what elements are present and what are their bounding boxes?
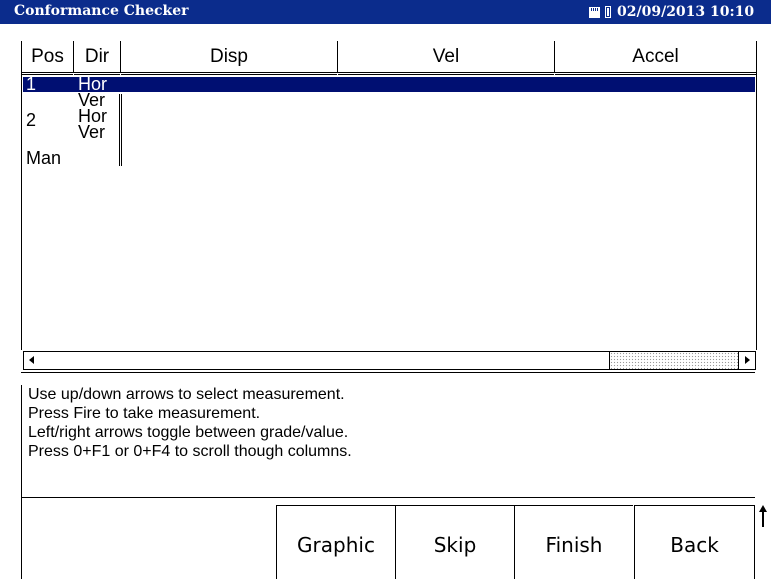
finish-button[interactable]: Finish — [514, 505, 633, 579]
instruction-line: Press 0+F1 or 0+F4 to scroll though colu… — [28, 443, 352, 460]
horizontal-scrollbar[interactable] — [23, 351, 756, 370]
divider — [21, 497, 22, 579]
instructions-panel: Use up/down arrows to select measurement… — [21, 385, 755, 497]
scroll-left-arrow-icon[interactable] — [24, 352, 41, 369]
divider — [21, 497, 755, 498]
datetime: 02/09/2013 10:10 — [617, 4, 755, 20]
measurement-table[interactable]: Pos Dir Disp Vel Accel 1 Hor Ver 2 Hor V… — [21, 41, 757, 350]
selected-row-highlight[interactable] — [23, 77, 755, 92]
scroll-track[interactable] — [610, 352, 738, 369]
column-header-accel: Accel — [555, 41, 756, 75]
column-header-disp: Disp — [121, 41, 338, 75]
row-5-pos[interactable]: Man — [26, 149, 61, 167]
instruction-line: Press Fire to take measurement. — [28, 405, 261, 422]
row-4-dir[interactable]: Ver — [78, 123, 105, 141]
skip-button[interactable]: Skip — [395, 505, 514, 579]
dir-column-divider — [121, 94, 122, 166]
sd-card-icon — [589, 6, 600, 18]
app-title: Conformance Checker — [14, 3, 189, 19]
column-header-vel: Vel — [338, 41, 555, 75]
title-bar: Conformance Checker 02/09/2013 10:10 — [0, 0, 771, 24]
instruction-line: Use up/down arrows to select measurement… — [28, 386, 345, 403]
graphic-button[interactable]: Graphic — [276, 505, 395, 579]
column-header-dir: Dir — [74, 41, 121, 75]
up-arrow-icon — [759, 505, 767, 527]
row-3-pos[interactable]: 2 — [26, 111, 36, 129]
instruction-line: Left/right arrows toggle between grade/v… — [28, 424, 349, 441]
battery-icon — [605, 6, 611, 18]
dir-column-divider — [119, 94, 120, 166]
back-button[interactable]: Back — [634, 505, 755, 579]
column-header-pos: Pos — [22, 41, 74, 75]
scroll-right-arrow-icon[interactable] — [738, 352, 755, 369]
table-header: Pos Dir Disp Vel Accel — [22, 41, 756, 75]
scroll-thumb[interactable] — [40, 352, 610, 369]
divider — [21, 372, 755, 373]
row-1-pos[interactable]: 1 — [26, 75, 36, 93]
status-area: 02/09/2013 10:10 — [589, 2, 754, 22]
